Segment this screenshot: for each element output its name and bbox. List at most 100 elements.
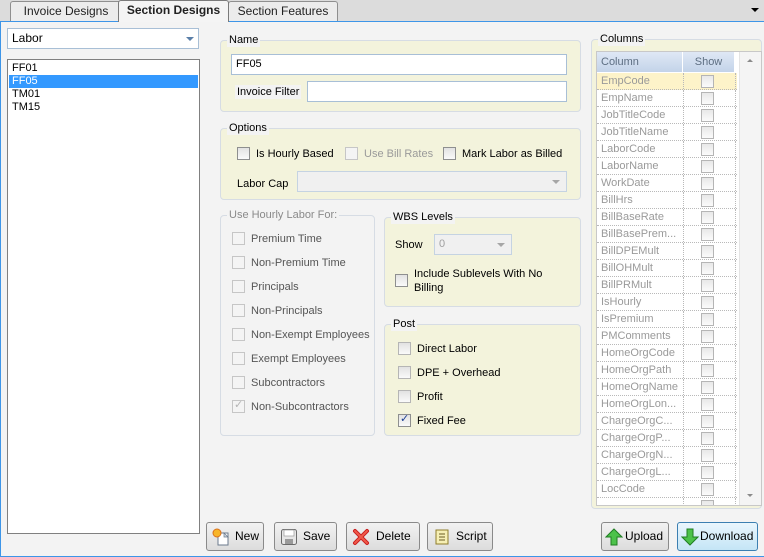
section-type-dropdown[interactable]: Labor xyxy=(7,28,199,49)
column-header-show[interactable]: Show xyxy=(683,52,735,72)
column-show-checkbox[interactable] xyxy=(701,279,714,292)
mark-labor-as-billed-checkbox[interactable] xyxy=(443,147,456,160)
columns-grid-row[interactable]: LocCode xyxy=(597,481,737,498)
columns-grid-row[interactable]: WorkDate xyxy=(597,175,737,192)
columns-grid-row[interactable]: ChargeOrgN... xyxy=(597,447,737,464)
section-design-list[interactable]: FF01 FF05 TM01 TM15 xyxy=(7,59,200,534)
columns-grid-row[interactable]: HomeOrgName xyxy=(597,379,737,396)
column-show-checkbox[interactable] xyxy=(701,211,714,224)
delete-button[interactable]: Delete xyxy=(346,522,420,551)
cell-divider xyxy=(735,158,736,174)
columns-grid-row[interactable]: ChargeOrgC... xyxy=(597,413,737,430)
column-show-checkbox[interactable] xyxy=(701,347,714,360)
design-list-item[interactable]: TM01 xyxy=(9,88,198,101)
columns-grid-row[interactable]: BillBasePrem... xyxy=(597,226,737,243)
scroll-down-icon[interactable] xyxy=(747,494,753,497)
hourly-labor-checkbox[interactable] xyxy=(232,328,245,341)
post-checkbox[interactable] xyxy=(398,342,411,355)
columns-grid-row[interactable]: HomeOrgPath xyxy=(597,362,737,379)
post-checkbox[interactable] xyxy=(398,390,411,403)
post-checkbox[interactable]: ✓ xyxy=(398,413,411,427)
columns-grid-row[interactable]: LaborCode xyxy=(597,141,737,158)
columns-grid-scrollbar[interactable] xyxy=(739,52,761,505)
hourly-labor-checkbox[interactable] xyxy=(232,376,245,389)
name-input[interactable]: FF05 xyxy=(231,54,567,75)
columns-grid-row[interactable]: LaborName xyxy=(597,158,737,175)
column-header-column[interactable]: Column xyxy=(597,52,683,72)
column-show-checkbox[interactable] xyxy=(701,500,714,505)
column-show-checkbox[interactable] xyxy=(701,398,714,411)
save-button[interactable]: Save xyxy=(274,522,337,551)
design-list-item[interactable]: FF05 xyxy=(9,75,198,88)
column-show-checkbox[interactable] xyxy=(701,194,714,207)
column-show-checkbox[interactable] xyxy=(701,177,714,190)
column-show-checkbox[interactable] xyxy=(701,449,714,462)
column-show-checkbox[interactable] xyxy=(701,143,714,156)
hourly-labor-checkbox[interactable] xyxy=(232,352,245,365)
columns-grid-row[interactable]: ChargeOrgP... xyxy=(597,430,737,447)
columns-grid-row[interactable]: EmpName xyxy=(597,90,737,107)
column-show-checkbox[interactable] xyxy=(701,75,714,88)
column-name: LaborCode xyxy=(601,143,656,155)
columns-grid-row[interactable]: IsPremium xyxy=(597,311,737,328)
columns-grid-row[interactable]: EmpCode xyxy=(597,73,737,90)
hourly-labor-checkbox[interactable] xyxy=(232,256,245,269)
scroll-up-icon[interactable] xyxy=(747,59,753,62)
hourly-labor-checkbox[interactable] xyxy=(232,280,245,293)
post-checkbox[interactable] xyxy=(398,366,411,379)
tab-list-dropdown-icon[interactable] xyxy=(751,8,759,12)
tab-section-designs[interactable]: Section Designs xyxy=(118,0,229,22)
columns-grid-row[interactable]: BillDPEMult xyxy=(597,243,737,260)
tab-section-features[interactable]: Section Features xyxy=(228,1,338,21)
design-list-item[interactable]: FF01 xyxy=(9,62,198,75)
column-show-checkbox[interactable] xyxy=(701,296,714,309)
column-show-checkbox[interactable] xyxy=(701,262,714,275)
download-button[interactable]: Download xyxy=(677,522,758,551)
columns-grid-row[interactable]: BillHrs xyxy=(597,192,737,209)
hourly-labor-checkbox[interactable] xyxy=(232,304,245,317)
columns-grid-row[interactable]: IsHourly xyxy=(597,294,737,311)
post-label: DPE + Overhead xyxy=(417,367,501,379)
columns-grid-row[interactable]: HomeOrgLon... xyxy=(597,396,737,413)
wbs-show-dropdown[interactable]: 0 xyxy=(434,234,512,255)
upload-button[interactable]: Upload xyxy=(601,522,669,551)
column-show-checkbox[interactable] xyxy=(701,245,714,258)
column-show-checkbox[interactable] xyxy=(701,109,714,122)
cell-divider xyxy=(735,430,736,446)
column-name: BillBaseRate xyxy=(601,211,664,223)
new-button[interactable]: New xyxy=(206,522,264,551)
column-show-checkbox[interactable] xyxy=(701,415,714,428)
column-show-checkbox[interactable] xyxy=(701,228,714,241)
column-show-checkbox[interactable] xyxy=(701,160,714,173)
columns-grid-row[interactable]: JobTitleCode xyxy=(597,107,737,124)
invoice-filter-input[interactable] xyxy=(307,81,567,102)
name-group-legend: Name xyxy=(227,33,261,47)
columns-grid-row[interactable]: JobTitleName xyxy=(597,124,737,141)
column-show-checkbox[interactable] xyxy=(701,313,714,326)
columns-grid-row[interactable] xyxy=(597,498,737,505)
script-button[interactable]: Script xyxy=(427,522,493,551)
column-show-checkbox[interactable] xyxy=(701,381,714,394)
include-sublevels-checkbox[interactable] xyxy=(395,274,408,287)
labor-cap-dropdown[interactable] xyxy=(297,171,567,192)
columns-grid-row[interactable]: ChargeOrgL... xyxy=(597,464,737,481)
column-show-checkbox[interactable] xyxy=(701,92,714,105)
columns-grid-row[interactable]: BillOHMult xyxy=(597,260,737,277)
columns-grid-row[interactable]: BillPRMult xyxy=(597,277,737,294)
columns-grid-row[interactable]: HomeOrgCode xyxy=(597,345,737,362)
cell-divider xyxy=(683,311,684,327)
column-show-checkbox[interactable] xyxy=(701,126,714,139)
hourly-labor-checkbox[interactable] xyxy=(232,232,245,245)
tab-invoice-designs[interactable]: Invoice Designs xyxy=(10,1,122,21)
column-show-checkbox[interactable] xyxy=(701,330,714,343)
use-bill-rates-checkbox[interactable] xyxy=(345,147,358,160)
column-show-checkbox[interactable] xyxy=(701,466,714,479)
column-show-checkbox[interactable] xyxy=(701,432,714,445)
columns-grid-row[interactable]: BillBaseRate xyxy=(597,209,737,226)
column-show-checkbox[interactable] xyxy=(701,483,714,496)
hourly-labor-checkbox[interactable]: ✓ xyxy=(232,399,245,413)
columns-grid-row[interactable]: PMComments xyxy=(597,328,737,345)
is-hourly-based-checkbox[interactable] xyxy=(237,147,250,160)
column-show-checkbox[interactable] xyxy=(701,364,714,377)
design-list-item[interactable]: TM15 xyxy=(9,101,198,114)
